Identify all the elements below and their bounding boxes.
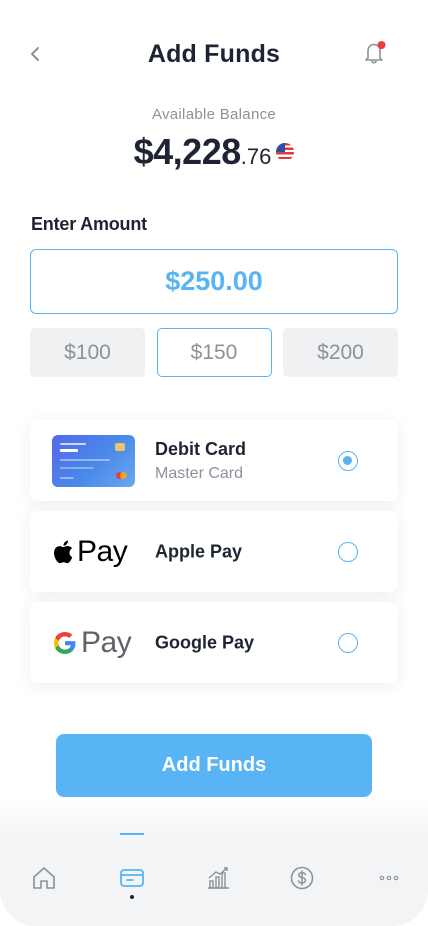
tabbar-fade: [0, 800, 428, 834]
radio-apple-pay[interactable]: [338, 541, 358, 562]
tab-card[interactable]: [117, 863, 147, 893]
radio-debit-card[interactable]: [338, 450, 358, 471]
preset-150-button[interactable]: $150: [156, 328, 272, 377]
preset-amounts: $100 $150 $200: [30, 328, 398, 377]
method-name: Debit Card: [155, 438, 247, 459]
apple-pay-text: Pay: [77, 534, 128, 568]
tab-stats[interactable]: [203, 863, 233, 893]
chart-icon: [208, 867, 229, 889]
method-sub: Master Card: [155, 464, 244, 482]
google-pay-text: Pay: [81, 625, 132, 659]
radio-google-pay[interactable]: [338, 632, 358, 653]
card-icon: [120, 869, 144, 887]
bottom-tab-bar: [0, 833, 428, 926]
google-pay-logo: Pay: [52, 625, 132, 660]
bell-icon: [365, 41, 386, 64]
amount-input[interactable]: [30, 249, 398, 314]
header: Add Funds: [0, 30, 428, 80]
credit-card-icon: [52, 434, 135, 487]
tab-home[interactable]: [29, 863, 59, 893]
payment-method-debit-card[interactable]: Debit Card Master Card: [30, 420, 398, 501]
method-name: Apple Pay: [155, 541, 243, 561]
active-tab-dot: [130, 895, 134, 899]
payment-method-apple-pay[interactable]: Pay Apple Pay: [30, 511, 398, 592]
active-tab-indicator: [120, 833, 144, 835]
balance-main: $4,228: [133, 131, 242, 172]
notifications-button[interactable]: [360, 38, 390, 68]
tab-payments[interactable]: [287, 863, 317, 893]
google-g-icon: [54, 631, 76, 654]
home-icon: [33, 867, 55, 889]
balance-cents: .76: [240, 144, 272, 169]
balance-amount: $4,228 .76: [0, 131, 428, 173]
dollar-icon: [290, 866, 314, 890]
preset-200-button[interactable]: $200: [283, 328, 398, 377]
enter-amount-label: Enter Amount: [31, 214, 147, 234]
apple-pay-logo: Pay: [52, 534, 128, 569]
payment-method-google-pay[interactable]: Pay Google Pay: [30, 602, 398, 683]
tab-more[interactable]: [374, 863, 404, 893]
preset-100-button[interactable]: $100: [30, 328, 145, 377]
us-flag-icon: [276, 143, 295, 161]
add-funds-button[interactable]: Add Funds: [56, 734, 372, 797]
balance-label: Available Balance: [151, 106, 277, 123]
method-name: Google Pay: [155, 632, 255, 652]
apple-icon: [54, 540, 73, 563]
more-icon: [379, 875, 399, 881]
